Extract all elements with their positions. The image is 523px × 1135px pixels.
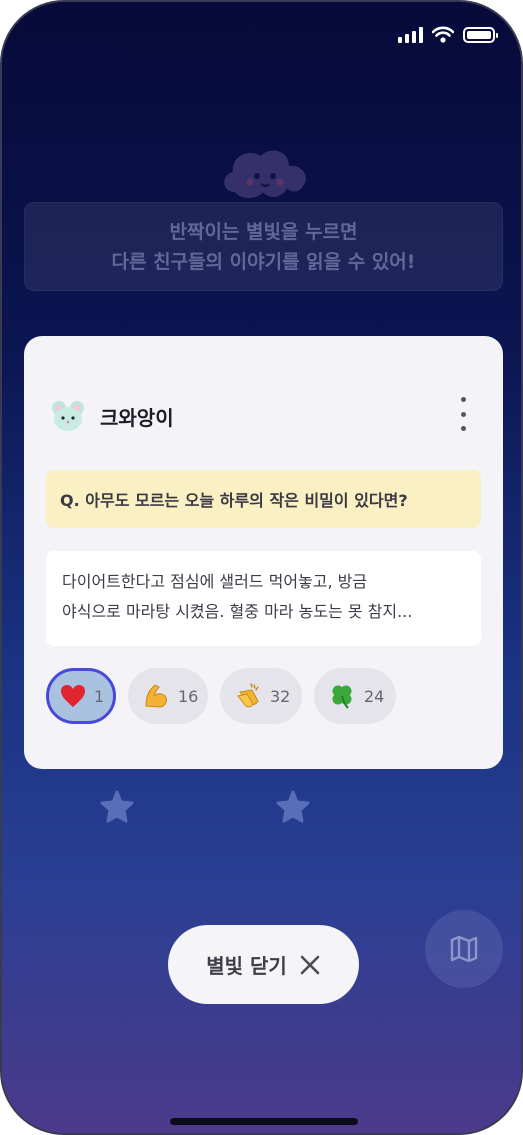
reaction-biceps-button[interactable]: 16 <box>128 668 208 724</box>
answer-line-2: 야식으로 마라탕 시켰음. 혈중 마라 농도는 못 참지... <box>62 602 413 621</box>
wifi-icon <box>432 26 454 43</box>
signal-icon <box>398 26 423 43</box>
clapping-hands-icon <box>234 682 262 710</box>
reaction-biceps-count: 16 <box>178 686 199 706</box>
battery-icon <box>463 26 498 43</box>
flexed-biceps-icon <box>142 682 170 710</box>
close-icon <box>300 955 320 974</box>
home-indicator[interactable] <box>170 1118 358 1125</box>
reaction-heart-button[interactable]: 1 <box>46 668 116 724</box>
reaction-clap-count: 32 <box>270 686 291 706</box>
star-icon[interactable] <box>99 790 135 824</box>
info-banner: 반짝이는 별빛을 누르면 다른 친구들의 이야기를 읽을 수 있어! <box>24 202 503 291</box>
username: 크와앙이 <box>100 405 174 430</box>
star-icon[interactable] <box>275 790 311 824</box>
reaction-list: 1 16 32 24 <box>46 668 396 724</box>
app-screen: 반짝이는 별빛을 누르면 다른 친구들의 이야기를 읽을 수 있어! 크와앙이 … <box>0 0 523 1135</box>
reaction-heart-count: 1 <box>94 686 105 706</box>
mouse-avatar-icon[interactable] <box>50 398 86 434</box>
close-starlight-label: 별빛 닫기 <box>206 954 287 978</box>
question-box: Q. 아무도 모르는 오늘 하루의 작은 비밀이 있다면? <box>46 470 481 528</box>
reaction-clover-count: 24 <box>364 686 385 706</box>
map-button[interactable] <box>425 910 503 988</box>
banner-line-1: 반짝이는 별빛을 누르면 <box>169 220 358 243</box>
four-leaf-clover-icon <box>328 682 356 710</box>
map-icon <box>450 936 478 962</box>
reaction-clover-button[interactable]: 24 <box>314 668 396 724</box>
status-bar <box>398 26 498 43</box>
banner-line-2: 다른 친구들의 이야기를 읽을 수 있어! <box>111 250 416 273</box>
reaction-clap-button[interactable]: 32 <box>220 668 302 724</box>
heart-icon <box>60 682 86 710</box>
more-vertical-icon[interactable] <box>457 397 469 431</box>
close-starlight-button[interactable]: 별빛 닫기 <box>168 925 359 1004</box>
answer-line-1: 다이어트한다고 점심에 샐러드 먹어놓고, 방금 <box>62 572 368 591</box>
story-card: 크와앙이 Q. 아무도 모르는 오늘 하루의 작은 비밀이 있다면? 다이어트한… <box>24 336 503 769</box>
card-header: 크와앙이 <box>50 398 174 434</box>
answer-box: 다이어트한다고 점심에 샐러드 먹어놓고, 방금 야식으로 마라탕 시켰음. 혈… <box>46 551 481 646</box>
cloud-mascot-icon <box>224 150 306 198</box>
